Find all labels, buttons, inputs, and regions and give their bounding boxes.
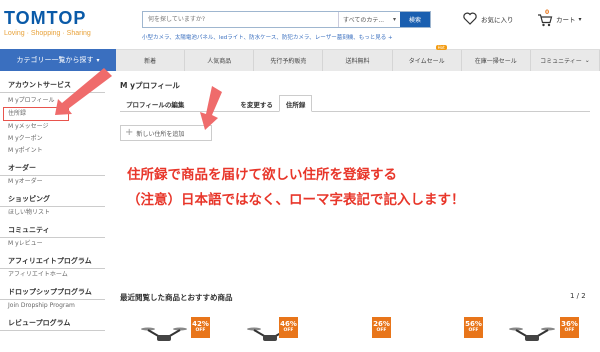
product-card[interactable]: 46% OFF [226, 313, 316, 352]
account-sidebar: アカウントサービス M yプロフィール 住所録 M yメッセージ M yクーポン… [0, 80, 112, 331]
profile-tabs: プロフィールの編集 を変更する 住所録 [120, 95, 590, 112]
tomtop-logo[interactable]: TOMTOP Loving · Shopping · Sharing [4, 8, 91, 37]
cart-count: 0 [545, 9, 550, 16]
tab-change-password[interactable]: を変更する [234, 95, 279, 112]
discount-value: 56% [465, 320, 482, 328]
search-category-select[interactable]: すべてのカテ... ▾ [338, 12, 400, 27]
search-category-label: すべてのカテ... [343, 17, 385, 24]
hot-badge: Hot [435, 45, 447, 50]
add-address-label: 新しい住所を追加 [136, 130, 185, 138]
nav-item-free-shipping[interactable]: 送料無料 [323, 50, 393, 71]
tab-edit-profile[interactable]: プロフィールの編集 [120, 95, 190, 112]
heart-icon [463, 12, 477, 25]
add-address-button[interactable]: + 新しい住所を追加 [120, 125, 212, 141]
sidebar-item-wishlist[interactable]: ほしい物リスト [0, 207, 112, 219]
cart-link[interactable]: 0 カート ▾ [537, 9, 582, 27]
plus-icon: + [125, 127, 134, 138]
discount-value: 46% [280, 320, 297, 328]
page-title: M yプロフィール [120, 81, 180, 90]
sidebar-section-title: コミュニティ [0, 225, 105, 238]
sidebar-section-title: アフィリエイトプログラム [0, 256, 105, 269]
product-carousel: 42% OFF 46% OFF 26% OFF 56% OFF 36% OFF [120, 313, 590, 352]
discount-off-label: OFF [195, 328, 206, 333]
category-menu-button[interactable]: カテゴリー一覧から探す ▾ [0, 49, 116, 71]
drone-image [509, 327, 555, 341]
discount-value: 42% [192, 320, 209, 328]
category-menu-label: カテゴリー一覧から探す [16, 56, 94, 64]
nav-label: コミュニティー [540, 58, 582, 65]
nav-label: 人気商品 [207, 58, 232, 65]
discount-badge: 46% OFF [279, 317, 298, 338]
nav-item-new[interactable]: 新着 [116, 50, 186, 71]
discount-badge: 26% OFF [372, 317, 391, 338]
discount-badge: 42% OFF [191, 317, 210, 338]
chevron-down-icon: ⌄ [584, 57, 590, 64]
nav-item-popular[interactable]: 人気商品 [185, 50, 255, 71]
sidebar-item-join-dropship[interactable]: Join Dropship Program [0, 300, 112, 312]
annotation-line-2: （注意）日本語ではなく、ローマ字表記で記入します！ [127, 192, 465, 208]
sidebar-section-title: オーダー [0, 163, 105, 176]
discount-off-label: OFF [376, 328, 387, 333]
sidebar-item-orders[interactable]: M yオーダー [0, 176, 112, 188]
product-card[interactable]: 56% OFF [400, 313, 490, 352]
cart-label: カート [556, 16, 576, 24]
sidebar-item-profile[interactable]: M yプロフィール [0, 95, 112, 107]
main-nav: 新着 人気商品 先行予約販売 送料無料 タイムセール Hot 在庫一掃セール コ… [116, 45, 600, 71]
sidebar-item-messages[interactable]: M yメッセージ [0, 121, 112, 133]
discount-badge: 56% OFF [464, 317, 483, 338]
recommendations-title: 最近閲覧した商品とおすすめ商品 [120, 293, 233, 302]
drone-image [141, 327, 187, 341]
sidebar-item-coupons[interactable]: M yクーポン [0, 133, 112, 145]
sidebar-section-title: ドロップシッププログラム [0, 287, 105, 300]
chevron-down-icon: ▾ [96, 56, 100, 64]
sidebar-item-affiliate-home[interactable]: アフィリエイトホーム [0, 269, 112, 281]
sidebar-section-title: ショッピング [0, 194, 105, 207]
sidebar-item-points[interactable]: M yポイント [0, 145, 112, 157]
nav-label: タイムセール [408, 58, 445, 65]
favorites-label: お気に入り [481, 15, 514, 24]
logo-text: TOMTOP [4, 8, 87, 28]
nav-label: 新着 [144, 58, 157, 65]
tab-address-book[interactable]: 住所録 [278, 95, 313, 112]
discount-badge: 36% OFF [560, 317, 579, 338]
logo-tagline: Loving · Shopping · Sharing [4, 30, 91, 37]
search-input[interactable] [143, 12, 338, 27]
search-button[interactable]: 検索 [400, 12, 430, 27]
nav-label: 在庫一掃セール [474, 58, 517, 65]
sidebar-item-reviews[interactable]: M yレビュー [0, 238, 112, 250]
nav-item-time-sale[interactable]: タイムセール Hot [393, 45, 462, 71]
discount-value: 26% [373, 320, 390, 328]
nav-item-community[interactable]: コミュニティー ⌄ [531, 50, 600, 71]
search-bar: すべてのカテ... ▾ 検索 [142, 11, 431, 28]
hot-search-words[interactable]: 小型カメラ、太陽電池パネル、ledライト、防水ケース、防犯カメラ、レーザー墓刻機… [142, 33, 393, 41]
chevron-down-icon: ▾ [578, 15, 582, 23]
sidebar-item-address-book[interactable]: 住所録 [3, 107, 69, 121]
discount-off-label: OFF [468, 328, 479, 333]
annotation-line-1: 住所録で商品を届けて欲しい住所を登録する [127, 167, 397, 183]
nav-item-preorder[interactable]: 先行予約販売 [254, 50, 324, 71]
nav-label: 先行予約販売 [270, 58, 307, 65]
sidebar-section-title: アカウントサービス [0, 80, 105, 93]
nav-label: 送料無料 [345, 58, 370, 65]
discount-off-label: OFF [283, 328, 294, 333]
nav-item-clearance[interactable]: 在庫一掃セール [462, 50, 531, 71]
product-card[interactable]: 36% OFF [500, 313, 590, 352]
chevron-down-icon: ▾ [392, 16, 396, 23]
discount-value: 36% [561, 320, 578, 328]
product-card[interactable]: 42% OFF [120, 313, 210, 352]
discount-off-label: OFF [564, 328, 575, 333]
favorites-link[interactable]: お気に入り [463, 12, 514, 25]
recommendations-pager[interactable]: 1 / 2 [570, 292, 586, 300]
sidebar-section-title: レビュープログラム [0, 318, 105, 331]
